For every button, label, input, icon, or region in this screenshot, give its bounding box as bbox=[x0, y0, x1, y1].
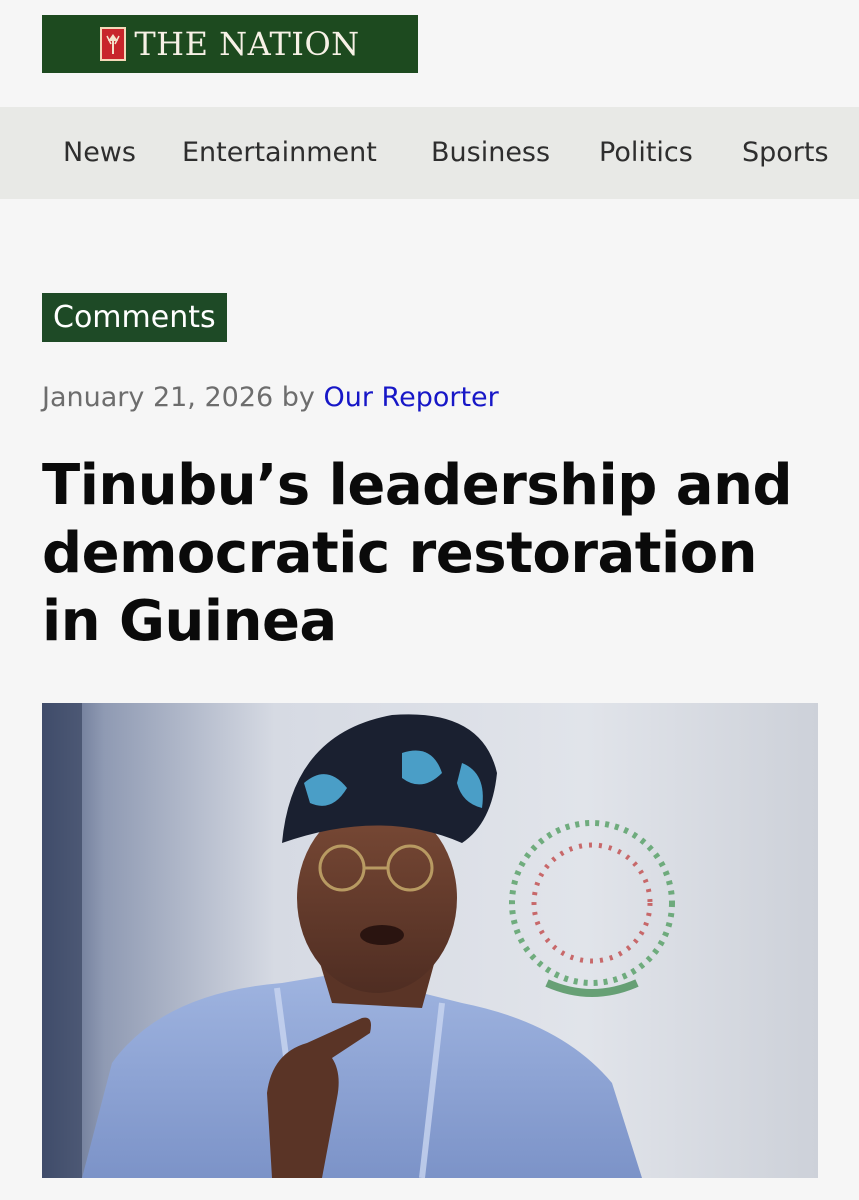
feature-photo-illustration bbox=[42, 703, 818, 1178]
site-logo[interactable]: THE NATION bbox=[42, 15, 418, 73]
main-navigation: News Entertainment Business Politics Spo… bbox=[0, 107, 859, 199]
logo-text: THE NATION bbox=[134, 25, 360, 63]
nav-item-news[interactable]: News bbox=[63, 137, 136, 169]
nav-item-politics[interactable]: Politics bbox=[599, 137, 693, 169]
shield-emblem-icon bbox=[100, 27, 127, 61]
byline-prefix: by bbox=[281, 382, 315, 413]
article-date: January 21, 2026 bbox=[42, 382, 274, 413]
nav-item-entertainment[interactable]: Entertainment bbox=[182, 137, 377, 169]
article-meta: January 21, 2026 by Our Reporter bbox=[42, 380, 499, 416]
nav-item-sports[interactable]: Sports bbox=[742, 137, 829, 169]
article-headline: Tinubu’s leadership and democratic resto… bbox=[42, 453, 793, 654]
article-feature-image bbox=[42, 703, 818, 1178]
nav-item-business[interactable]: Business bbox=[431, 137, 550, 169]
category-badge[interactable]: Comments bbox=[42, 293, 227, 342]
author-link[interactable]: Our Reporter bbox=[324, 382, 499, 413]
